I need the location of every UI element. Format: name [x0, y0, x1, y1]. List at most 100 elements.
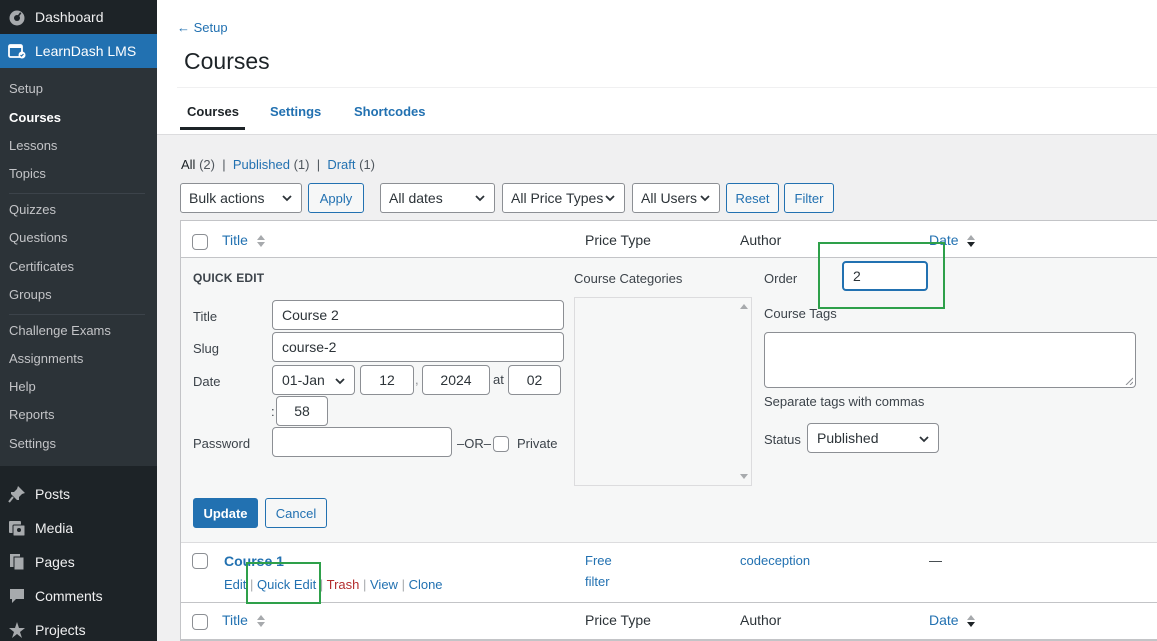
minute-input[interactable]: 58	[276, 396, 328, 426]
resize-grip-icon[interactable]	[1125, 377, 1133, 385]
bulk-actions-select[interactable]: Bulk actions	[180, 183, 302, 213]
column-price-type-footer: Price Type	[585, 612, 651, 628]
submenu-separator	[9, 193, 145, 194]
hour-input[interactable]: 02	[508, 365, 561, 395]
column-date-sort-footer[interactable]: Date	[929, 612, 976, 628]
back-to-setup-link[interactable]: ← Setup	[177, 20, 228, 35]
menu-item-pages[interactable]: Pages	[0, 545, 157, 579]
submenu-quizzes[interactable]: Quizzes	[9, 201, 56, 219]
sort-icon	[256, 235, 265, 248]
slug-input-value: course-2	[282, 339, 337, 355]
users-filter-select[interactable]: All Users	[632, 183, 720, 213]
menu-item-posts[interactable]: Posts	[0, 477, 157, 511]
menu-item-learndash[interactable]: LearnDash LMS	[0, 34, 157, 68]
sort-desc-icon	[967, 615, 976, 628]
update-button[interactable]: Update	[193, 498, 258, 528]
quick-edit-heading: QUICK EDIT	[193, 271, 265, 285]
dashboard-icon	[8, 8, 26, 26]
active-tab-indicator	[180, 127, 245, 130]
page-title: Courses	[184, 48, 270, 74]
chevron-down-icon	[700, 195, 710, 202]
column-title-sort[interactable]: Title	[222, 232, 266, 248]
date-label: Date	[193, 374, 221, 389]
filter-button[interactable]: Filter	[784, 183, 834, 213]
hour-value: 02	[526, 372, 543, 388]
price-type-link[interactable]: Free	[585, 553, 612, 568]
tab-courses[interactable]: Courses	[187, 104, 239, 119]
year-input[interactable]: 2024	[422, 365, 490, 395]
column-price-type: Price Type	[585, 232, 651, 248]
dates-filter-select[interactable]: All dates	[380, 183, 495, 213]
trash-link[interactable]: Trash	[327, 577, 360, 592]
admin-sidebar: Dashboard LearnDash LMS Setup Courses Le…	[0, 0, 157, 641]
reset-button[interactable]: Reset	[726, 183, 779, 213]
submenu-topics[interactable]: Topics	[9, 165, 46, 183]
private-label: Private	[517, 436, 558, 451]
price-types-filter-select[interactable]: All Price Types	[502, 183, 625, 213]
pages-icon	[8, 553, 26, 571]
edit-link[interactable]: Edit	[224, 577, 246, 592]
title-input[interactable]: Course 2	[272, 300, 564, 330]
menu-label-comments: Comments	[35, 588, 103, 604]
scroll-down-icon[interactable]	[740, 474, 748, 479]
cancel-button[interactable]: Cancel	[265, 498, 327, 528]
submenu-courses[interactable]: Courses	[9, 109, 61, 127]
submenu-reports[interactable]: Reports	[9, 406, 55, 424]
view-link[interactable]: View	[370, 577, 398, 592]
submenu-settings[interactable]: Settings	[9, 435, 56, 453]
author-link[interactable]: codeception	[740, 553, 810, 568]
select-all-checkbox[interactable]	[192, 234, 208, 250]
at-label: at	[493, 372, 504, 387]
menu-label-projects: Projects	[35, 622, 86, 638]
course-tags-textarea[interactable]	[764, 332, 1136, 388]
sort-icon	[256, 615, 265, 628]
view-published[interactable]: Published (1)	[233, 157, 310, 172]
view-draft[interactable]: Draft (1)	[327, 157, 375, 172]
submenu-questions[interactable]: Questions	[9, 229, 68, 247]
column-author-footer: Author	[740, 612, 782, 628]
row-checkbox[interactable]	[192, 553, 208, 569]
projects-icon	[8, 621, 26, 639]
private-checkbox[interactable]	[493, 436, 509, 452]
status-select[interactable]: Published	[807, 423, 939, 453]
chevron-down-icon	[335, 378, 345, 385]
menu-label-learndash: LearnDash LMS	[35, 43, 137, 59]
apply-button[interactable]: Apply	[308, 183, 364, 213]
price-filter-link[interactable]: filter	[585, 574, 610, 589]
table-footer-row: Title Price Type Author Date	[181, 603, 1157, 640]
menu-item-comments[interactable]: Comments	[0, 579, 157, 613]
or-label: –OR–	[457, 436, 491, 451]
chevron-down-icon	[919, 436, 929, 443]
menu-item-dashboard[interactable]: Dashboard	[0, 0, 157, 34]
clone-link[interactable]: Clone	[409, 577, 443, 592]
menu-label-dashboard: Dashboard	[35, 9, 104, 25]
menu-label-pages: Pages	[35, 554, 75, 570]
submenu-help[interactable]: Help	[9, 378, 36, 396]
view-all[interactable]: All (2)	[181, 157, 215, 172]
month-select[interactable]: 01-Jan	[272, 365, 355, 395]
column-title-sort-footer[interactable]: Title	[222, 612, 266, 628]
submenu-challenge-exams[interactable]: Challenge Exams	[9, 322, 111, 340]
submenu-setup[interactable]: Setup	[9, 80, 43, 98]
month-value: 01-Jan	[282, 372, 325, 388]
submenu-separator	[9, 314, 145, 315]
password-input[interactable]	[272, 427, 452, 457]
menu-item-media[interactable]: Media	[0, 511, 157, 545]
tab-settings[interactable]: Settings	[270, 104, 321, 119]
tab-shortcodes[interactable]: Shortcodes	[354, 104, 426, 119]
submenu-groups[interactable]: Groups	[9, 286, 52, 304]
submenu-certificates[interactable]: Certificates	[9, 258, 74, 276]
submenu-assignments[interactable]: Assignments	[9, 350, 83, 368]
sort-desc-icon	[967, 235, 976, 248]
day-input[interactable]: 12	[360, 365, 414, 395]
menu-item-projects[interactable]: Projects	[0, 613, 157, 641]
select-all-checkbox-footer[interactable]	[192, 614, 208, 630]
course-categories-list[interactable]	[574, 297, 752, 486]
date-comma: ,	[415, 372, 419, 387]
submenu-lessons[interactable]: Lessons	[9, 137, 57, 155]
chevron-down-icon	[282, 195, 292, 202]
menu-label-media: Media	[35, 520, 74, 536]
slug-input[interactable]: course-2	[272, 332, 564, 362]
page-header: ← Setup Courses Courses Settings Shortco…	[157, 0, 1157, 135]
scroll-up-icon[interactable]	[740, 304, 748, 309]
